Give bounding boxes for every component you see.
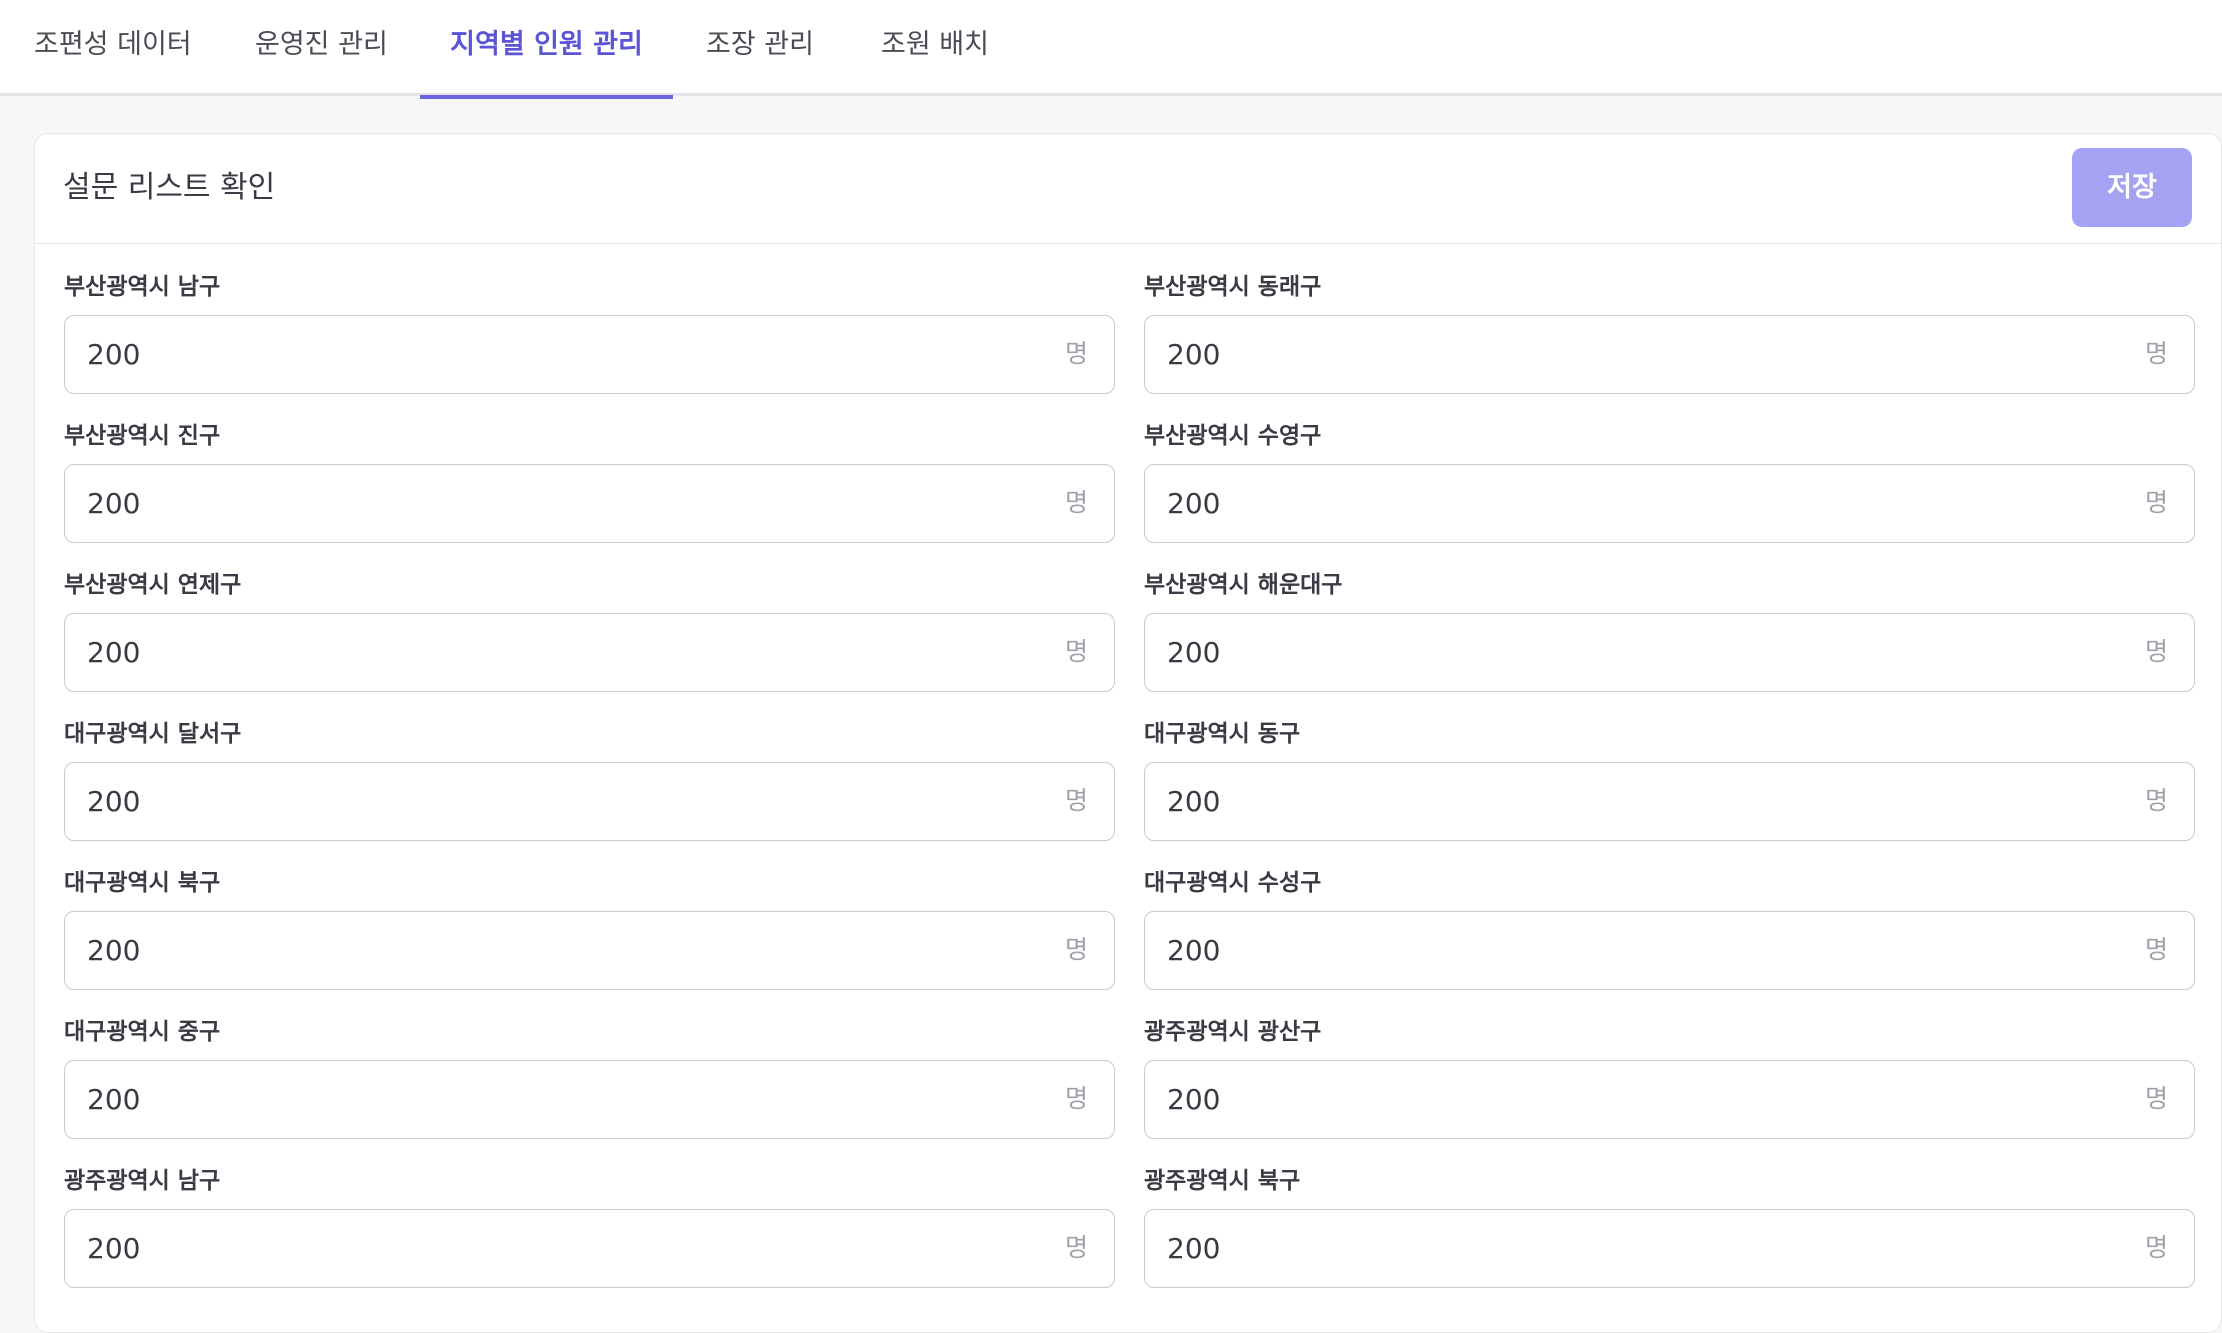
headcount-input[interactable] (87, 912, 987, 988)
save-button[interactable]: 저장 (2072, 148, 2192, 227)
region-label: 부산광역시 수영구 (1144, 423, 1322, 449)
region-label: 대구광역시 달서구 (64, 721, 242, 747)
headcount-input[interactable] (87, 763, 987, 839)
unit-suffix: 명 (2144, 1233, 2168, 1262)
tab-member-assignment[interactable]: 조원 배치 (881, 0, 989, 96)
headcount-input[interactable] (1167, 316, 2067, 392)
unit-suffix: 명 (1064, 935, 1088, 964)
region-label: 광주광역시 광산구 (1144, 1019, 1322, 1045)
headcount-input[interactable] (1167, 1210, 2067, 1286)
region-label: 대구광역시 수성구 (1144, 870, 1322, 896)
region-field: 광주광역시 광산구명 (1144, 1016, 2195, 1139)
headcount-input-box: 명 (64, 762, 1115, 841)
headcount-input-box: 명 (1144, 464, 2195, 543)
headcount-input[interactable] (87, 1210, 987, 1286)
headcount-input-box: 명 (64, 315, 1115, 394)
headcount-input-box: 명 (1144, 1209, 2195, 1288)
region-field: 대구광역시 중구명 (64, 1016, 1115, 1139)
region-field: 부산광역시 진구명 (64, 420, 1115, 543)
region-label: 부산광역시 해운대구 (1144, 572, 1343, 598)
region-field: 부산광역시 해운대구명 (1144, 569, 2195, 692)
region-field: 부산광역시 동래구명 (1144, 271, 2195, 394)
unit-suffix: 명 (2144, 1084, 2168, 1113)
unit-suffix: 명 (1064, 339, 1088, 368)
region-label: 광주광역시 남구 (64, 1168, 221, 1194)
unit-suffix: 명 (1064, 786, 1088, 815)
unit-suffix: 명 (2144, 637, 2168, 666)
card-title: 설문 리스트 확인 (63, 170, 276, 205)
region-field: 부산광역시 남구명 (64, 271, 1115, 394)
headcount-input-box: 명 (64, 1209, 1115, 1288)
unit-suffix: 명 (1064, 488, 1088, 517)
region-field: 대구광역시 수성구명 (1144, 867, 2195, 990)
card-header: 설문 리스트 확인 저장 (35, 134, 2221, 244)
region-label: 광주광역시 북구 (1144, 1168, 1301, 1194)
headcount-input[interactable] (1167, 614, 2067, 690)
region-field: 대구광역시 북구명 (64, 867, 1115, 990)
headcount-input[interactable] (87, 465, 987, 541)
unit-suffix: 명 (1064, 1084, 1088, 1113)
tab-group-data[interactable]: 조편성 데이터 (34, 0, 192, 96)
headcount-input[interactable] (1167, 465, 2067, 541)
headcount-input[interactable] (1167, 1061, 2067, 1137)
tab-regional-headcount[interactable]: 지역별 인원 관리 (420, 0, 673, 99)
headcount-input[interactable] (87, 614, 987, 690)
headcount-input-box: 명 (1144, 1060, 2195, 1139)
tab-leader-management[interactable]: 조장 관리 (706, 0, 814, 96)
unit-suffix: 명 (2144, 488, 2168, 517)
unit-suffix: 명 (2144, 935, 2168, 964)
region-field: 대구광역시 동구명 (1144, 718, 2195, 841)
region-label: 부산광역시 진구 (64, 423, 221, 449)
headcount-input-box: 명 (64, 1060, 1115, 1139)
survey-card: 설문 리스트 확인 저장 부산광역시 남구명부산광역시 동래구명부산광역시 진구… (34, 133, 2222, 1333)
headcount-input[interactable] (1167, 912, 2067, 988)
region-field: 광주광역시 남구명 (64, 1165, 1115, 1288)
headcount-input[interactable] (87, 1061, 987, 1137)
region-field: 부산광역시 수영구명 (1144, 420, 2195, 543)
headcount-input-box: 명 (1144, 613, 2195, 692)
headcount-input-box: 명 (64, 911, 1115, 990)
region-field: 부산광역시 연제구명 (64, 569, 1115, 692)
unit-suffix: 명 (1064, 637, 1088, 666)
headcount-input-box: 명 (64, 613, 1115, 692)
region-label: 대구광역시 북구 (64, 870, 221, 896)
unit-suffix: 명 (1064, 1233, 1088, 1262)
region-label: 부산광역시 연제구 (64, 572, 242, 598)
headcount-input-box: 명 (1144, 762, 2195, 841)
headcount-input-box: 명 (64, 464, 1115, 543)
tab-staff-management[interactable]: 운영진 관리 (255, 0, 388, 96)
headcount-input[interactable] (87, 316, 987, 392)
unit-suffix: 명 (2144, 786, 2168, 815)
headcount-input[interactable] (1167, 763, 2067, 839)
headcount-input-box: 명 (1144, 911, 2195, 990)
region-label: 부산광역시 동래구 (1144, 274, 1322, 300)
region-field: 광주광역시 북구명 (1144, 1165, 2195, 1288)
unit-suffix: 명 (2144, 339, 2168, 368)
tab-bar: 조편성 데이터 운영진 관리 지역별 인원 관리 조장 관리 조원 배치 (0, 0, 2222, 99)
region-label: 부산광역시 남구 (64, 274, 221, 300)
region-label: 대구광역시 중구 (64, 1019, 221, 1045)
headcount-input-box: 명 (1144, 315, 2195, 394)
region-field: 대구광역시 달서구명 (64, 718, 1115, 841)
region-label: 대구광역시 동구 (1144, 721, 1301, 747)
